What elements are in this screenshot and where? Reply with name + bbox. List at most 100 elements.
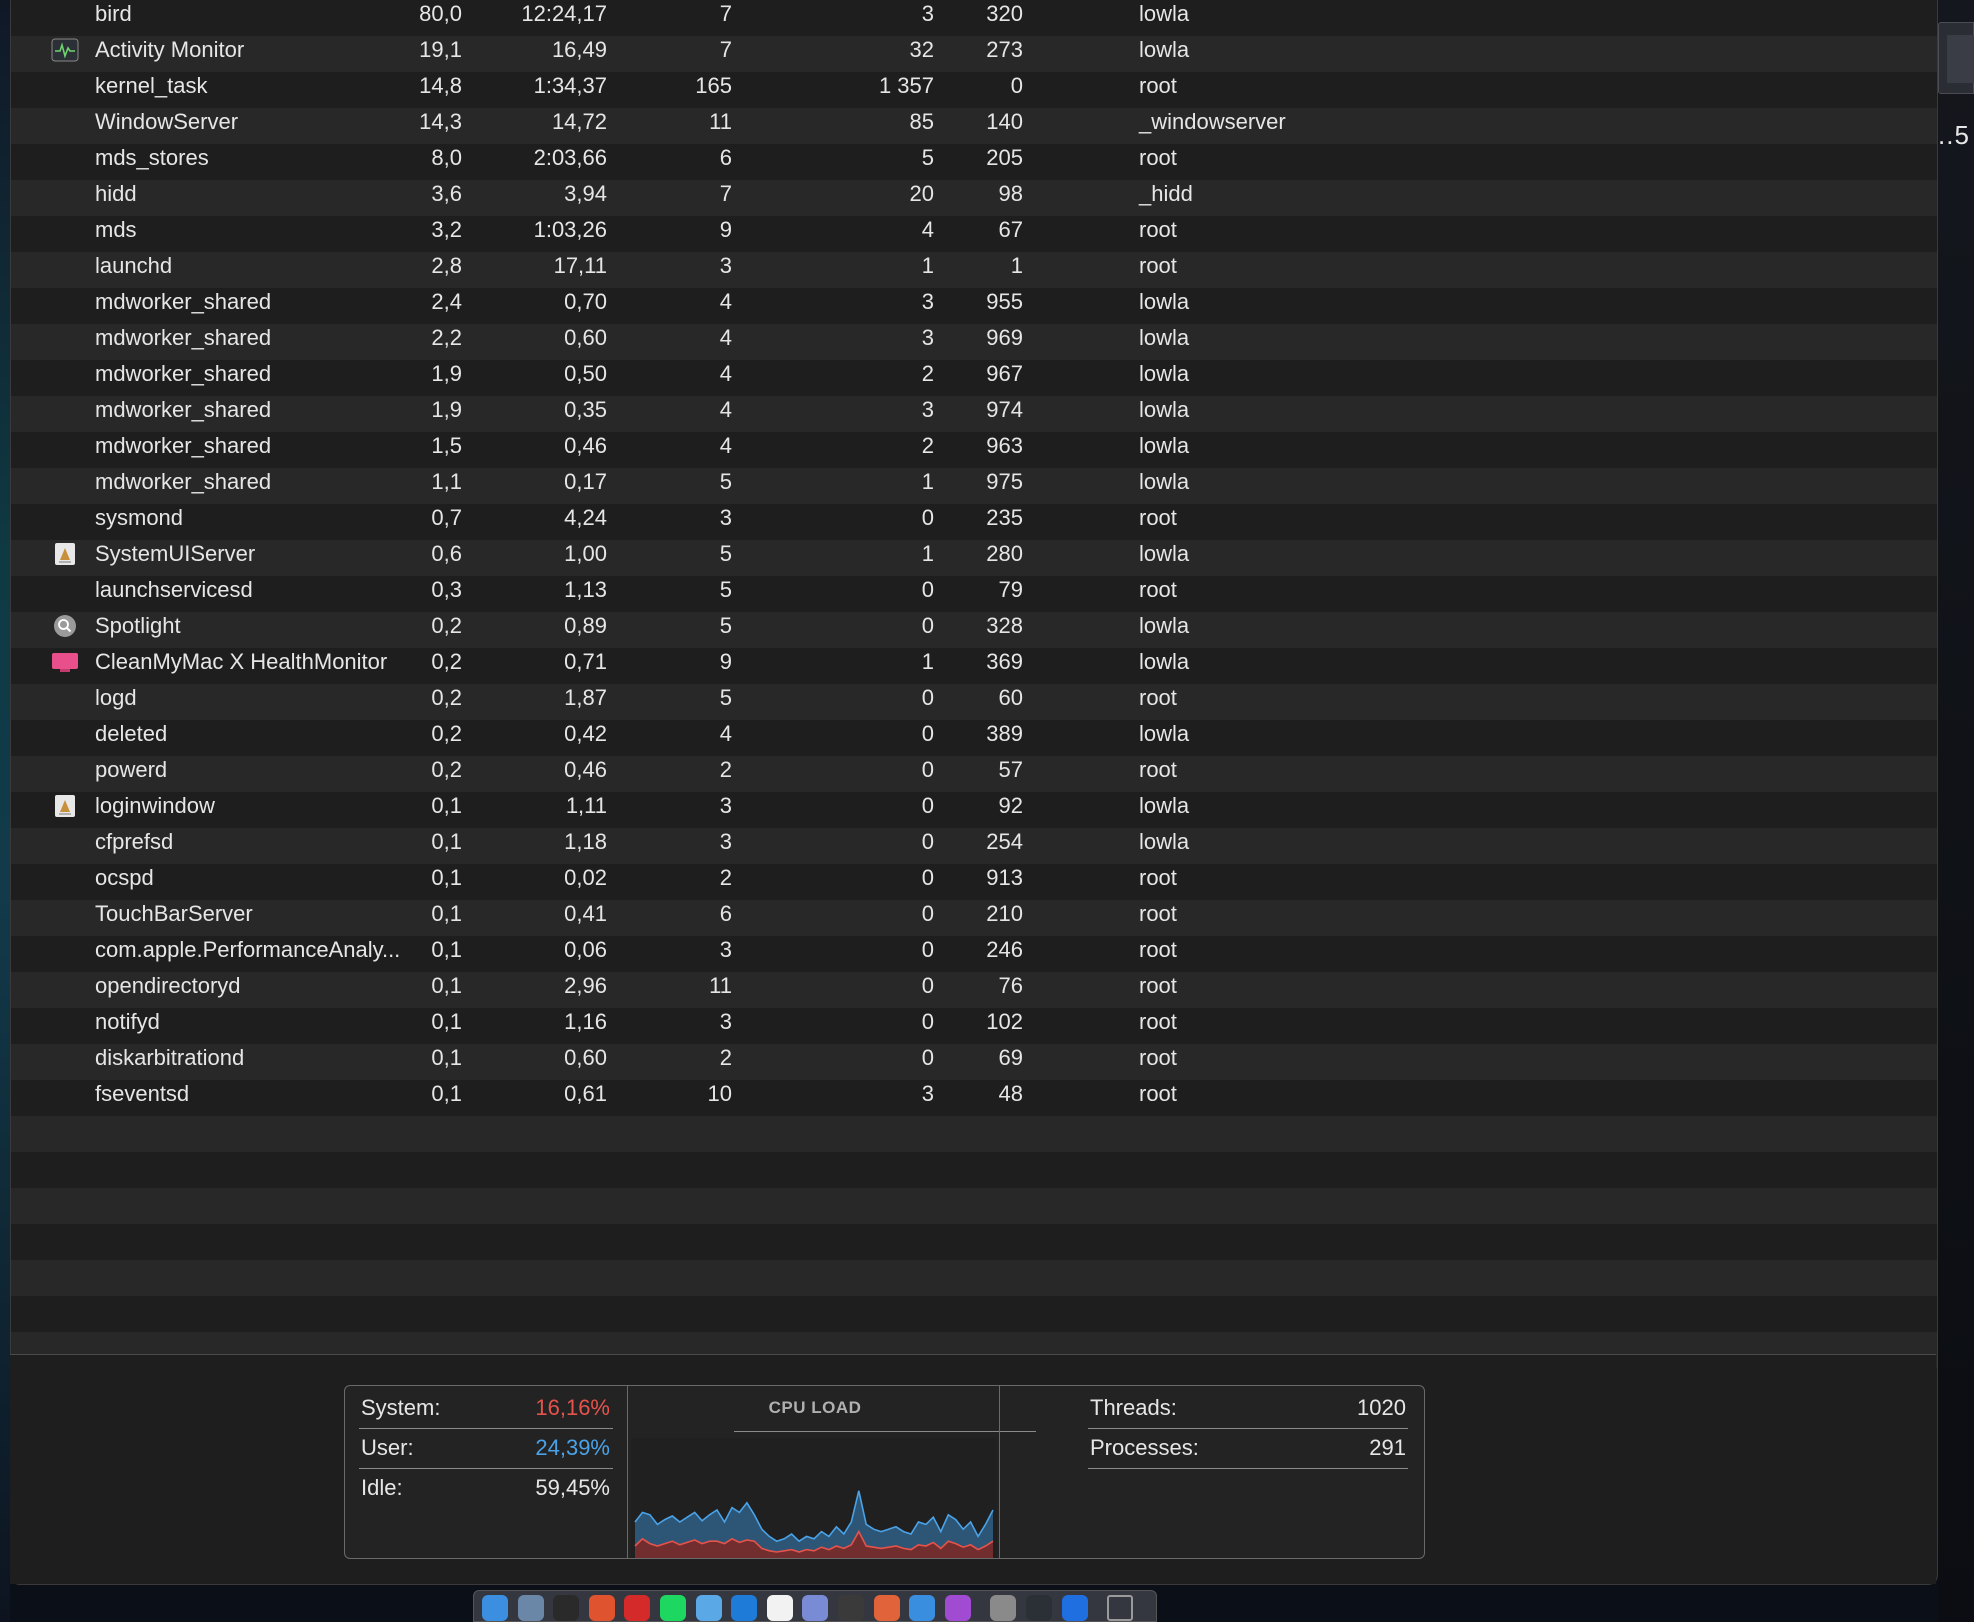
table-row[interactable]: loginwindow 0,1 1,11 3 0 92 lowla <box>11 792 1937 828</box>
cpu-time: 2:03,66 <box>533 145 607 170</box>
thread-count: 9 <box>719 649 732 674</box>
table-row[interactable]: TouchBarServer 0,1 0,41 6 0 210 root <box>11 900 1937 936</box>
pid: 92 <box>998 793 1023 818</box>
terminal-icon[interactable] <box>553 1595 580 1621</box>
table-row[interactable]: diskarbitrationd 0,1 0,60 2 0 69 root <box>11 1044 1937 1080</box>
process-icon-empty <box>51 252 83 288</box>
pid: 280 <box>986 541 1023 566</box>
process-icon-empty <box>51 1008 83 1044</box>
cpu-percent: 2,2 <box>431 325 462 350</box>
table-row[interactable]: com.apple.PerformanceAnaly... 0,1 0,06 3 0 24… <box>11 936 1937 972</box>
process-user: root <box>1139 901 1177 926</box>
brave-icon[interactable] <box>588 1595 615 1621</box>
table-row[interactable]: WindowServer 14,3 14,72 11 85 140 _windowserve… <box>11 108 1937 144</box>
table-row[interactable]: powerd 0,2 0,46 2 0 57 root <box>11 756 1937 792</box>
vscode-icon[interactable] <box>731 1595 758 1621</box>
system-label: System: <box>361 1395 441 1420</box>
table-row[interactable]: CleanMyMac X HealthMonitor 0,2 0,71 9 1 369 lo… <box>11 648 1937 684</box>
table-row[interactable]: mds_stores 8,0 2:03,66 6 5 205 root <box>11 144 1937 180</box>
background-window-edge[interactable] <box>1938 22 1974 94</box>
discord-icon[interactable] <box>802 1595 829 1621</box>
cpu-time: 17,11 <box>553 253 607 278</box>
table-row[interactable]: Activity Monitor 19,1 16,49 7 32 273 lowla <box>11 36 1937 72</box>
cpu-percent: 0,1 <box>431 937 462 962</box>
thread-count: 4 <box>719 397 732 422</box>
process-name: cfprefsd <box>95 829 174 854</box>
process-name: kernel_task <box>95 73 208 98</box>
idle-wakeups: 0 <box>921 901 934 926</box>
table-row[interactable]: mdworker_shared 2,4 0,70 4 3 955 lowla <box>11 288 1937 324</box>
table-row[interactable]: fseventsd 0,1 0,61 10 3 48 root <box>11 1080 1937 1116</box>
cpu-time: 0,46 <box>564 433 607 458</box>
thread-count: 11 <box>709 973 732 998</box>
pid: 1 <box>1010 253 1023 278</box>
table-row[interactable]: logd 0,2 1,87 5 0 60 root <box>11 684 1937 720</box>
idle-wakeups: 0 <box>921 937 934 962</box>
table-row[interactable]: launchservicesd 0,3 1,13 5 0 79 root <box>11 576 1937 612</box>
table-row[interactable]: hidd 3,6 3,94 7 20 98 _hidd <box>11 180 1937 216</box>
app-store-icon[interactable] <box>1061 1595 1088 1621</box>
thread-count: 7 <box>719 37 732 62</box>
table-row[interactable]: notifyd 0,1 1,16 3 0 102 root <box>11 1008 1937 1044</box>
table-row[interactable]: opendirectoryd 0,1 2,96 11 0 76 root <box>11 972 1937 1008</box>
trash-icon[interactable] <box>1107 1595 1134 1621</box>
thread-count: 5 <box>719 613 732 638</box>
idle-wakeups: 1 <box>921 469 934 494</box>
table-row[interactable]: ocspd 0,1 0,02 2 0 913 root <box>11 864 1937 900</box>
preview-icon[interactable] <box>517 1595 544 1621</box>
idle-wakeups: 3 <box>921 289 934 314</box>
table-row[interactable]: mdworker_shared 1,1 0,17 5 1 975 lowla <box>11 468 1937 504</box>
process-user: root <box>1139 865 1177 890</box>
table-row[interactable]: sysmond 0,7 4,24 3 0 235 root <box>11 504 1937 540</box>
idle-wakeups: 0 <box>921 685 934 710</box>
creative-cloud-icon[interactable] <box>624 1595 651 1621</box>
table-row[interactable]: deleted 0,2 0,42 4 0 389 lowla <box>11 720 1937 756</box>
idle-label: Idle: <box>361 1475 403 1500</box>
divider <box>1088 1468 1408 1469</box>
idle-wakeups: 1 <box>921 541 934 566</box>
affinity-photo-icon[interactable] <box>944 1595 971 1621</box>
dock <box>473 1590 1157 1622</box>
process-icon-empty <box>51 864 83 900</box>
affinity-publisher-icon[interactable] <box>873 1595 900 1621</box>
xcode-tool-icon[interactable] <box>838 1595 864 1621</box>
process-user: lowla <box>1139 361 1190 386</box>
affinity-designer-icon[interactable] <box>909 1595 936 1621</box>
thread-count: 4 <box>719 721 732 746</box>
table-row[interactable]: mdworker_shared 2,2 0,60 4 3 969 lowla <box>11 324 1937 360</box>
table-row[interactable]: launchd 2,8 17,11 3 1 1 root <box>11 252 1937 288</box>
calendar-icon[interactable] <box>766 1595 793 1621</box>
table-row[interactable]: kernel_task 14,8 1:34,37 165 1 357 0 root <box>11 72 1937 108</box>
idle-wakeups: 5 <box>921 145 934 170</box>
cpu-time: 0,50 <box>564 361 607 386</box>
table-row[interactable]: mdworker_shared 1,9 0,50 4 2 967 lowla <box>11 360 1937 396</box>
table-row[interactable]: mdworker_shared 1,9 0,35 4 3 974 lowla <box>11 396 1937 432</box>
table-row[interactable]: mdworker_shared 1,5 0,46 4 2 963 lowla <box>11 432 1937 468</box>
empty-table-row <box>11 1116 1937 1152</box>
pid: 328 <box>986 613 1023 638</box>
process-name: notifyd <box>95 1009 160 1034</box>
table-row[interactable]: mds 3,2 1:03,26 9 4 67 root <box>11 216 1937 252</box>
cpu-time: 0,61 <box>564 1081 607 1106</box>
table-row[interactable]: bird 80,0 12:24,17 7 3 320 lowla <box>11 0 1937 36</box>
thread-count: 165 <box>695 73 732 98</box>
process-user: _hidd <box>1139 181 1193 206</box>
cpu-time: 12:24,17 <box>521 1 607 26</box>
thread-count: 9 <box>719 217 732 242</box>
system-preferences-icon[interactable] <box>990 1595 1017 1621</box>
table-row[interactable]: cfprefsd 0,1 1,18 3 0 254 lowla <box>11 828 1937 864</box>
table-row[interactable]: Spotlight 0,2 0,89 5 0 328 lowla <box>11 612 1937 648</box>
cpu-percent: 0,1 <box>431 1045 462 1070</box>
folder-icon[interactable] <box>695 1595 722 1621</box>
cpu-load-title: CPU LOAD <box>768 1398 862 1417</box>
finder-icon[interactable] <box>482 1595 508 1621</box>
activity-monitor-icon[interactable] <box>1026 1595 1052 1621</box>
thread-count: 2 <box>719 1045 732 1070</box>
cpu-percent: 0,1 <box>431 1081 462 1106</box>
cpu-percent: 1,1 <box>431 469 462 494</box>
idle-wakeups: 3 <box>921 1081 934 1106</box>
table-row[interactable]: SystemUIServer 0,6 1,00 5 1 280 lowla <box>11 540 1937 576</box>
process-name: mds_stores <box>95 145 209 170</box>
spotify-icon[interactable] <box>660 1595 686 1621</box>
cpu-time: 1,13 <box>564 577 607 602</box>
